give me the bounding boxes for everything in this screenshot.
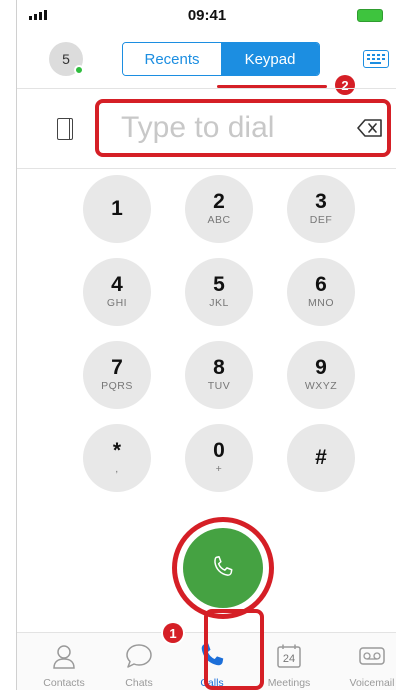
presence-dot (74, 65, 84, 75)
keypad-digit: 8 (213, 356, 225, 379)
keypad-letters: + (215, 463, 223, 475)
backspace-icon[interactable] (357, 118, 383, 138)
header-divider (17, 88, 396, 89)
keypad-letters: WXYZ (304, 380, 338, 392)
keypad-digit: 1 (111, 197, 123, 220)
tab-keypad[interactable]: Keypad (221, 43, 319, 75)
keypad-key[interactable]: 3 DEF (287, 175, 355, 243)
keypad-digit: 2 (213, 190, 225, 213)
annotation-calls-box (204, 609, 264, 690)
dial-divider (17, 168, 396, 169)
keypad-digit: * (112, 439, 122, 462)
tab-chats-label: Chats (125, 677, 153, 689)
keypad-key[interactable]: 0 + (185, 424, 253, 492)
tab-recents[interactable]: Recents (123, 43, 221, 75)
keypad-digit: 9 (315, 356, 327, 379)
keypad-letters: TUV (207, 380, 231, 392)
keypad-key[interactable]: 2 ABC (185, 175, 253, 243)
keypad-letters: MNO (308, 297, 334, 309)
keypad-digit: # (315, 446, 327, 469)
tab-voicemail[interactable]: Voicemail (335, 633, 396, 690)
keypad-key[interactable]: 4 GHI (83, 258, 151, 326)
keypad-letters: JKL (209, 297, 229, 309)
contacts-icon (53, 645, 75, 669)
tab-contacts[interactable]: Contacts (27, 633, 101, 690)
chat-bubble-icon (126, 644, 152, 668)
status-bar: 09:41 (17, 0, 396, 30)
keypad-letters: ABC (207, 214, 231, 226)
keypad-letters: DEF (309, 214, 333, 226)
annotation-badge-2: 2 (335, 75, 355, 95)
keypad-key[interactable]: 5 JKL (185, 258, 253, 326)
device-icon[interactable] (57, 118, 73, 140)
keypad-key[interactable]: *, (83, 424, 151, 492)
calendar-day: 24 (282, 653, 296, 665)
status-time: 09:41 (187, 7, 227, 24)
tab-chats[interactable]: Chats (102, 633, 176, 690)
keypad-letters: GHI (106, 297, 128, 309)
keypad-letters: PQRS (101, 380, 133, 392)
tab-contacts-label: Contacts (43, 677, 85, 689)
call-button[interactable] (183, 528, 263, 608)
phone-icon (214, 556, 233, 576)
tab-meetings-label: Meetings (267, 677, 311, 689)
header: 5 Recents Keypad (17, 34, 396, 80)
keypad-key[interactable]: 7 PQRS (83, 341, 151, 409)
keyboard-icon[interactable] (363, 50, 389, 68)
keypad-digit: 0 (213, 439, 225, 462)
keypad-key[interactable]: 1 (83, 175, 151, 243)
keypad-digit: 5 (213, 273, 225, 296)
voicemail-icon (359, 647, 385, 665)
keypad-digit: 3 (315, 190, 327, 213)
annotation-badge-1: 1 (163, 623, 183, 643)
keypad-letters: , (115, 463, 119, 475)
keypad-key[interactable]: 6 MNO (287, 258, 355, 326)
dial-input[interactable] (95, 99, 391, 157)
keypad-digit: 7 (111, 356, 123, 379)
tab-voicemail-label: Voicemail (349, 677, 395, 689)
battery-icon (357, 9, 383, 22)
keypad-key[interactable]: 8 TUV (185, 341, 253, 409)
avatar[interactable]: 5 (49, 42, 84, 76)
avatar-label: 5 (62, 51, 70, 67)
keypad-key[interactable]: # (287, 424, 355, 492)
keypad-digit: 4 (111, 273, 123, 296)
keypad-digit: 6 (315, 273, 327, 296)
keypad-key[interactable]: 9 WXYZ (287, 341, 355, 409)
calls-segmented-control: Recents Keypad (122, 42, 320, 76)
phone-screen: 09:41 5 Recents Keypad 2 12ABC3DEF4GHI5J… (16, 0, 396, 690)
